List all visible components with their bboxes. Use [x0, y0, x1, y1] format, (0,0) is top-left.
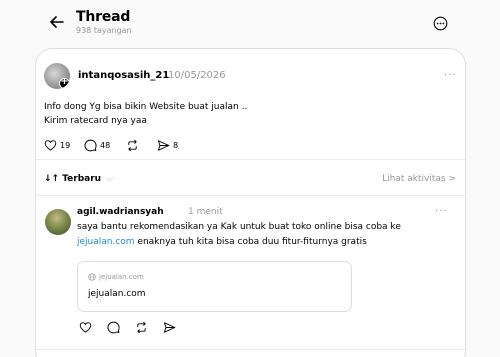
thread-card: + intanqosasih_21 10/05/2026 ··· Info do… [35, 48, 466, 357]
view-count: 938 tayangan [76, 26, 132, 35]
arrow-left-icon[interactable] [46, 11, 68, 33]
sort-row: ↓↑ Terbaru ⌵ Lihat aktivitas > [44, 174, 456, 188]
reply-time: 1 menit [188, 207, 223, 217]
like-button[interactable]: 19 [44, 138, 70, 152]
like-count: 19 [60, 140, 71, 150]
repost-button[interactable] [126, 138, 139, 152]
divider [36, 349, 465, 350]
heart-icon[interactable] [79, 321, 92, 334]
link-preview-card[interactable]: jejualan.com jejualan.com [77, 261, 352, 312]
link-preview-domain: jejualan.com [88, 273, 144, 281]
reply-text: saya bantu rekomendasikan ya Kak untuk b… [77, 220, 452, 250]
post-text: Info dong Yg bisa bikin Website buat jua… [44, 100, 247, 128]
comment-count: 48 [100, 140, 111, 150]
sort-arrows-icon: ↓↑ [44, 174, 60, 184]
chevron-right-icon: > [448, 174, 456, 184]
repost-icon[interactable] [135, 321, 148, 334]
share-button[interactable]: 8 [157, 138, 178, 152]
send-icon [157, 139, 170, 151]
chevron-down-icon: ⌵ [106, 174, 114, 184]
link-domain-text: jejualan.com [99, 273, 144, 281]
divider [36, 195, 465, 196]
comment-button[interactable]: 48 [84, 138, 110, 152]
more-circle-icon[interactable] [433, 16, 448, 31]
view-activity-link[interactable]: Lihat aktivitas > [382, 174, 456, 184]
post-date: 10/05/2026 [168, 70, 226, 81]
share-count: 8 [173, 140, 179, 150]
reply-text-part: saya bantu rekomendasikan ya Kak untuk b… [77, 222, 401, 232]
sort-dropdown[interactable]: ↓↑ Terbaru ⌵ [44, 174, 113, 184]
post-text-line: Kirim ratecard nya yaa [44, 116, 147, 126]
post-header: + intanqosasih_21 10/05/2026 ··· [44, 63, 457, 89]
post-username[interactable]: intanqosasih_21 [78, 70, 169, 81]
reply-link[interactable]: jejualan.com [77, 237, 135, 247]
comment-icon [84, 139, 97, 151]
repost-icon [128, 139, 137, 151]
follow-plus-icon[interactable]: + [59, 76, 70, 89]
reply-text-part: enaknya tuh kita bisa coba duu fitur-fit… [134, 237, 367, 247]
avatar[interactable]: + [44, 63, 70, 89]
page-title: Thread [76, 9, 131, 25]
heart-icon [44, 139, 57, 151]
post-more-button[interactable]: ··· [444, 70, 457, 81]
reply-username[interactable]: agil.wadriansyah [77, 207, 164, 217]
link-preview-title: jejualan.com [88, 289, 146, 299]
comment-icon[interactable] [107, 321, 120, 334]
reply-more-button[interactable]: ··· [435, 206, 448, 217]
post-text-line: Info dong Yg bisa bikin Website buat jua… [44, 102, 248, 112]
reply-avatar[interactable] [45, 209, 71, 235]
activity-label: Lihat aktivitas [382, 174, 446, 184]
send-icon[interactable] [163, 321, 176, 334]
divider [36, 159, 465, 160]
sort-label: Terbaru [62, 174, 102, 184]
header: Thread 938 tayangan [0, 0, 500, 48]
title-block: Thread 938 tayangan [76, 9, 132, 36]
globe-icon [88, 273, 96, 281]
